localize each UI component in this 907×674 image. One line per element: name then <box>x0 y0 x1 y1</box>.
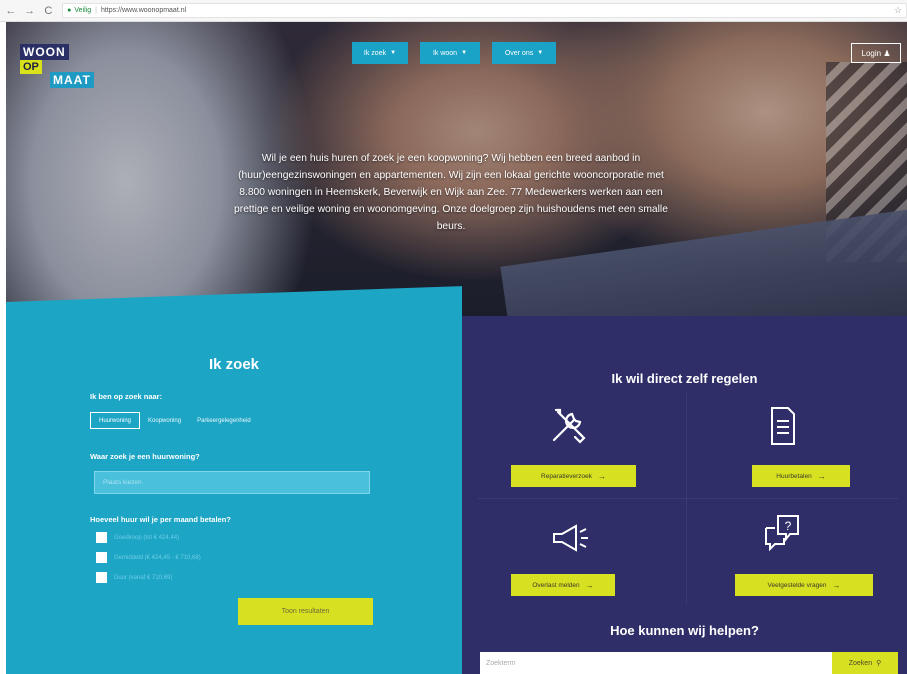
tile-label: Veelgestelde vragen <box>767 581 827 589</box>
logo-word-2: OP <box>20 60 42 74</box>
chevron-down-icon: ▼ <box>537 50 544 56</box>
bookmark-star-icon[interactable]: ☆ <box>894 5 902 16</box>
logo-word-1: WOON <box>20 44 69 60</box>
address-bar[interactable]: ● Veilig | https://www.woonopmaat.nl ☆ <box>62 3 907 18</box>
main-menu: Ik zoek ▼ Ik woon ▼ Over ons ▼ <box>352 42 556 64</box>
url-text: https://www.woonopmaat.nl <box>100 7 187 14</box>
arrow-right-icon: → <box>585 580 594 590</box>
back-button[interactable]: ← <box>3 3 19 19</box>
arrow-right-icon: → <box>817 471 826 481</box>
rent-option-label: Gemiddeld (€ 424,45 - € 710,68) <box>114 554 201 561</box>
document-icon <box>771 407 795 445</box>
menu-label: Ik woon <box>432 49 458 57</box>
tools-icon <box>552 408 586 444</box>
menu-label: Over ons <box>504 49 534 57</box>
show-results-button[interactable]: Toon resultaten <box>238 598 373 625</box>
browser-toolbar: ← → C ● Veilig | https://www.woonopmaat.… <box>0 0 907 22</box>
logo-word-3: MAAT <box>50 72 94 88</box>
tab-huurwoning[interactable]: Huurwoning <box>90 412 141 429</box>
tab-parkeergelegenheid[interactable]: Parkeergelegenheid <box>189 412 259 429</box>
rent-option-checkbox[interactable]: Gemiddeld (€ 424,45 - € 710,68) <box>96 552 201 563</box>
reload-button[interactable]: C <box>40 3 56 19</box>
question-chat-icon: ? <box>765 515 799 552</box>
tile-label: Reparatieverzoek <box>541 472 592 480</box>
chevron-down-icon: ▼ <box>461 50 468 56</box>
menu-over-ons[interactable]: Over ons ▼ <box>492 42 556 64</box>
menu-ik-zoek[interactable]: Ik zoek ▼ <box>352 42 408 64</box>
tab-koopwoning[interactable]: Koopwoning <box>140 412 189 429</box>
rent-option-checkbox[interactable]: Duur (vanaf € 710,69) <box>96 572 172 583</box>
forward-button[interactable]: → <box>22 3 38 19</box>
help-title: Hoe kunnen wij helpen? <box>610 623 759 638</box>
tile-label: Overlast melden <box>532 581 580 589</box>
tile-button-veelgestelde-vragen[interactable]: Veelgestelde vragen → <box>735 574 873 596</box>
arrow-right-icon: → <box>832 580 841 590</box>
location-select[interactable]: Plaats kiezen <box>94 471 370 494</box>
self-service-grid: Reparatieverzoek → Huurbetalen → Overlast … <box>478 392 898 612</box>
tile-label: Huurbetalen <box>776 472 812 480</box>
location-label: Waar zoek je een huurwoning? <box>90 452 200 461</box>
arrow-right-icon: → <box>597 471 606 481</box>
menu-ik-woon[interactable]: Ik woon ▼ <box>420 42 480 64</box>
site-logo[interactable]: WOON OP MAAT <box>20 44 112 90</box>
checkbox[interactable] <box>96 552 107 563</box>
hero-banner: WOON OP MAAT Ik zoek ▼ Ik woon ▼ Over ons ▼… <box>6 22 907 316</box>
address-separator: | <box>95 7 97 14</box>
search-type-tabs: Huurwoning Koopwoning Parkeergelegenheid <box>90 412 259 429</box>
tile-button-overlast-melden[interactable]: Overlast melden → <box>511 574 615 596</box>
tile-button-huurbetalen[interactable]: Huurbetalen → <box>752 465 850 487</box>
looking-for-label: Ik ben op zoek naar: <box>90 392 163 401</box>
user-icon: ♟ <box>883 48 891 58</box>
chevron-down-icon: ▼ <box>390 50 397 56</box>
lock-icon: ● <box>67 7 72 14</box>
help-search-button[interactable]: Zoeken ⚲ <box>832 652 898 674</box>
login-label: Login <box>861 48 882 58</box>
self-service-panel: Ik wil direct zelf regelen Reparatieverz… <box>462 316 907 674</box>
login-button[interactable]: Login ♟ <box>851 43 901 63</box>
menu-label: Ik zoek <box>363 49 387 57</box>
checkbox[interactable] <box>96 532 107 543</box>
rent-label: Hoeveel huur wil je per maand betalen? <box>90 515 231 524</box>
grid-divider <box>478 498 898 499</box>
search-title: Ik zoek <box>208 356 260 373</box>
svg-text:?: ? <box>785 519 792 533</box>
search-icon: ⚲ <box>876 660 882 667</box>
megaphone-icon <box>553 524 588 552</box>
tile-button-reparatieverzoek[interactable]: Reparatieverzoek → <box>511 465 636 487</box>
hero-intro-text: Wil je een huis huren of zoek je een koo… <box>234 153 668 232</box>
rent-option-label: Duur (vanaf € 710,69) <box>114 574 173 581</box>
help-search-input[interactable]: Zoekterm <box>480 652 832 674</box>
self-service-title: Ik wil direct zelf regelen <box>611 371 758 386</box>
rent-option-checkbox[interactable]: Goedkoop (tot € 424,44) <box>96 532 179 543</box>
checkbox[interactable] <box>96 572 107 583</box>
secure-label: Veilig <box>74 7 92 14</box>
rent-option-label: Goedkoop (tot € 424,44) <box>114 534 180 541</box>
help-search-label: Zoeken <box>848 659 873 667</box>
search-panel: Ik zoek Ik ben op zoek naar: Huurwoning … <box>6 286 462 674</box>
